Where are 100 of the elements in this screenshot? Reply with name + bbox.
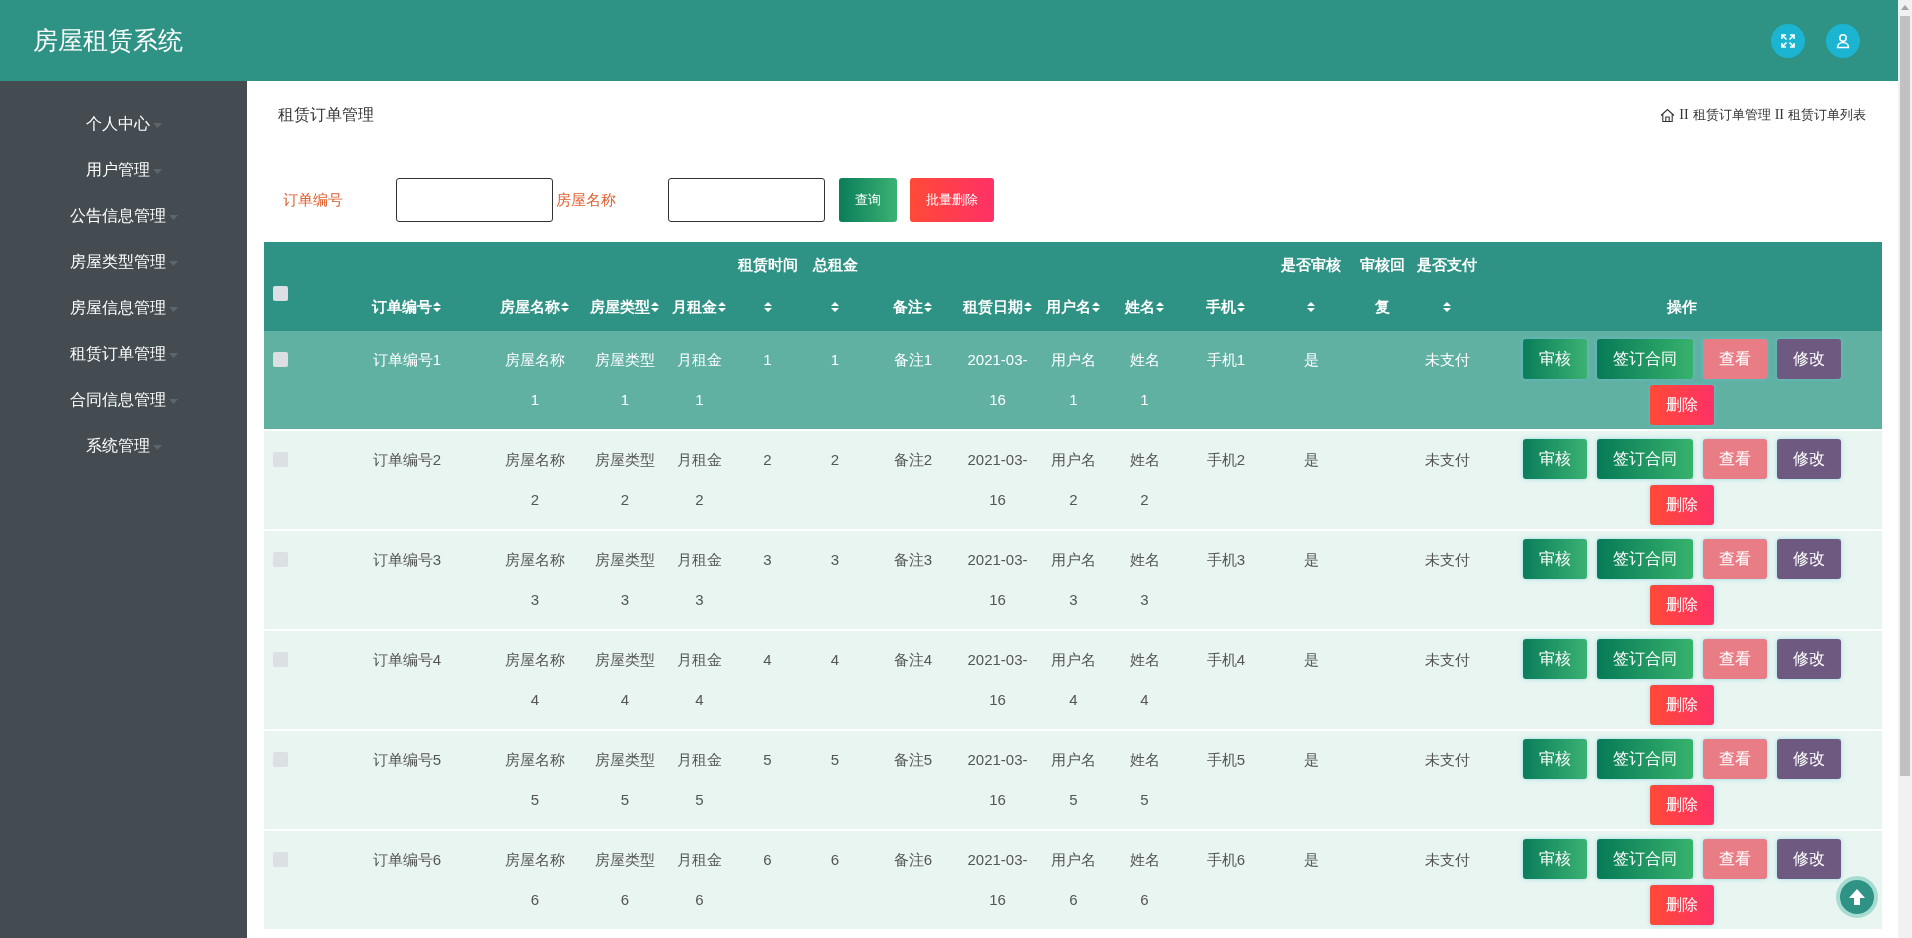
search-button[interactable]: 查询 bbox=[839, 178, 897, 222]
scrollbar-thumb[interactable] bbox=[1900, 16, 1910, 776]
table-cell: 是 bbox=[1303, 751, 1319, 768]
view-button[interactable]: 查看 bbox=[1702, 639, 1767, 679]
select-all-checkbox[interactable] bbox=[273, 286, 288, 301]
column-header[interactable]: 是否审核 bbox=[1271, 242, 1351, 331]
table-cell: 4 bbox=[763, 651, 772, 668]
sidebar-item[interactable]: 公告信息管理 bbox=[0, 193, 247, 239]
table-row[interactable]: 订单编号3 房屋名称3 房屋类型3 月租金3 3 3 备注3 2021-03-16 用户名3 姓名3 手机3 是 未支付 审核 签订合同 查看 修改 删除 bbox=[264, 530, 1882, 630]
table-row[interactable]: 订单编号2 房屋名称2 房屋类型2 月租金2 2 2 备注2 2021-03-16 用户名2 姓名2 手机2 是 未支付 审核 签订合同 查看 修改 删除 bbox=[264, 430, 1882, 530]
delete-button[interactable]: 删除 bbox=[1649, 385, 1714, 425]
edit-button[interactable]: 修改 bbox=[1776, 439, 1841, 479]
column-header[interactable]: 订单编号 bbox=[330, 242, 484, 331]
sidebar-item[interactable]: 用户管理 bbox=[0, 147, 247, 193]
edit-button[interactable]: 修改 bbox=[1776, 639, 1841, 679]
table-row[interactable]: 订单编号4 房屋名称4 房屋类型4 月租金4 4 4 备注4 2021-03-16 用户名4 姓名4 手机4 是 未支付 审核 签订合同 查看 修改 删除 bbox=[264, 630, 1882, 730]
sign-contract-button[interactable]: 签订合同 bbox=[1596, 639, 1693, 679]
sort-icon[interactable] bbox=[1022, 301, 1033, 313]
column-header[interactable]: 租赁时间 bbox=[735, 242, 800, 331]
view-button[interactable]: 查看 bbox=[1702, 739, 1767, 779]
home-icon[interactable] bbox=[1660, 107, 1676, 123]
table-cell: 6 bbox=[830, 851, 840, 868]
column-header[interactable]: 房屋名称 bbox=[484, 242, 586, 331]
table-cell: 2021-03-16 bbox=[967, 651, 1028, 708]
sort-icon[interactable] bbox=[432, 301, 442, 313]
sort-icon[interactable] bbox=[1306, 301, 1316, 313]
table-cell: 用户名1 bbox=[1051, 351, 1096, 408]
approve-button[interactable]: 审核 bbox=[1522, 339, 1587, 379]
sidebar-item[interactable]: 合同信息管理 bbox=[0, 377, 247, 423]
sign-contract-button[interactable]: 签订合同 bbox=[1596, 839, 1693, 879]
sign-contract-button[interactable]: 签订合同 bbox=[1596, 339, 1693, 379]
sort-icon[interactable] bbox=[1091, 301, 1101, 313]
table-row[interactable]: 订单编号1 房屋名称1 房屋类型1 月租金1 1 1 备注1 2021-03-16 用户名1 姓名1 手机1 是 未支付 审核 签订合同 查看 修改 删除 bbox=[264, 331, 1882, 430]
table-cell: 订单编号5 bbox=[372, 751, 442, 768]
table-cell: 是 bbox=[1303, 351, 1319, 368]
sort-icon[interactable] bbox=[717, 301, 727, 313]
column-header[interactable]: 姓名 bbox=[1108, 242, 1181, 331]
sort-icon[interactable] bbox=[1236, 301, 1246, 313]
row-checkbox[interactable] bbox=[273, 352, 288, 367]
column-header[interactable]: 房屋类型 bbox=[586, 242, 664, 331]
table-cell: 手机5 bbox=[1206, 751, 1246, 768]
scrollbar[interactable] bbox=[1898, 0, 1912, 938]
caret-icon bbox=[168, 214, 178, 220]
view-button[interactable]: 查看 bbox=[1702, 439, 1767, 479]
delete-button[interactable]: 删除 bbox=[1649, 585, 1714, 625]
sort-icon[interactable] bbox=[762, 301, 773, 313]
fullscreen-button[interactable] bbox=[1771, 23, 1805, 58]
edit-button[interactable]: 修改 bbox=[1776, 739, 1841, 779]
edit-button[interactable]: 修改 bbox=[1776, 839, 1841, 879]
delete-button[interactable]: 删除 bbox=[1649, 785, 1714, 825]
approve-button[interactable]: 审核 bbox=[1522, 739, 1587, 779]
edit-button[interactable]: 修改 bbox=[1776, 339, 1841, 379]
column-header[interactable]: 审核回复 bbox=[1351, 242, 1413, 331]
sidebar-item[interactable]: 房屋类型管理 bbox=[0, 239, 247, 285]
sidebar-item[interactable]: 系统管理 bbox=[0, 423, 247, 469]
scroll-up-arrow-icon[interactable] bbox=[1901, 4, 1909, 10]
table-cell: 月租金2 bbox=[677, 451, 722, 508]
sort-icon[interactable] bbox=[560, 301, 570, 313]
column-header[interactable]: 用户名 bbox=[1039, 242, 1108, 331]
sort-icon[interactable] bbox=[923, 301, 933, 313]
column-header[interactable]: 月租金 bbox=[664, 242, 735, 331]
sidebar-item[interactable]: 个人中心 bbox=[0, 101, 247, 147]
breadcrumb-item[interactable]: 租赁订单列表 bbox=[1788, 106, 1866, 124]
approve-button[interactable]: 审核 bbox=[1522, 639, 1587, 679]
table-cell: 房屋名称2 bbox=[505, 451, 565, 508]
search-field[interactable] bbox=[668, 178, 825, 222]
column-header[interactable]: 手机 bbox=[1181, 242, 1271, 331]
view-button[interactable]: 查看 bbox=[1702, 339, 1767, 379]
table-cell: 房屋类型4 bbox=[595, 651, 655, 708]
sort-icon[interactable] bbox=[830, 301, 840, 313]
user-button[interactable] bbox=[1826, 23, 1860, 58]
delete-button[interactable]: 删除 bbox=[1649, 885, 1714, 925]
column-header[interactable]: 是否支付 bbox=[1413, 242, 1481, 331]
edit-button[interactable]: 修改 bbox=[1776, 539, 1841, 579]
sort-icon[interactable] bbox=[1442, 301, 1452, 313]
column-header[interactable]: 租赁日期 bbox=[956, 242, 1039, 331]
table-row[interactable]: 订单编号6 房屋名称6 房屋类型6 月租金6 6 6 备注6 2021-03-16 用户名6 姓名6 手机6 是 未支付 审核 签订合同 查看 修改 删除 bbox=[264, 830, 1882, 930]
sign-contract-button[interactable]: 签订合同 bbox=[1596, 439, 1693, 479]
sidebar-item[interactable]: 房屋信息管理 bbox=[0, 285, 247, 331]
delete-button[interactable]: 删除 bbox=[1649, 685, 1714, 725]
column-header[interactable]: 操作 bbox=[1481, 242, 1882, 331]
sign-contract-button[interactable]: 签订合同 bbox=[1596, 539, 1693, 579]
view-button[interactable]: 查看 bbox=[1702, 839, 1767, 879]
sidebar-item[interactable]: 租赁订单管理 bbox=[0, 331, 247, 377]
search-field[interactable] bbox=[396, 178, 553, 222]
delete-button[interactable]: 删除 bbox=[1649, 485, 1714, 525]
breadcrumb-item[interactable]: 租赁订单管理 bbox=[1692, 106, 1771, 124]
sign-contract-button[interactable]: 签订合同 bbox=[1596, 739, 1693, 779]
sort-icon[interactable] bbox=[1154, 301, 1165, 313]
table-row[interactable]: 订单编号5 房屋名称5 房屋类型5 月租金5 5 5 备注5 2021-03-16 用户名5 姓名5 手机5 是 未支付 审核 签订合同 查看 修改 删除 bbox=[264, 730, 1882, 830]
table-cell: 订单编号2 bbox=[372, 451, 442, 468]
approve-button[interactable]: 审核 bbox=[1522, 839, 1587, 879]
batch-delete-button[interactable]: 批量删除 bbox=[910, 178, 994, 222]
approve-button[interactable]: 审核 bbox=[1522, 539, 1587, 579]
sort-icon[interactable] bbox=[650, 301, 660, 313]
column-header[interactable]: 备注 bbox=[870, 242, 956, 331]
view-button[interactable]: 查看 bbox=[1702, 539, 1767, 579]
approve-button[interactable]: 审核 bbox=[1522, 439, 1587, 479]
table-cell: 备注6 bbox=[893, 851, 933, 868]
column-header[interactable]: 总租金 bbox=[800, 242, 870, 331]
